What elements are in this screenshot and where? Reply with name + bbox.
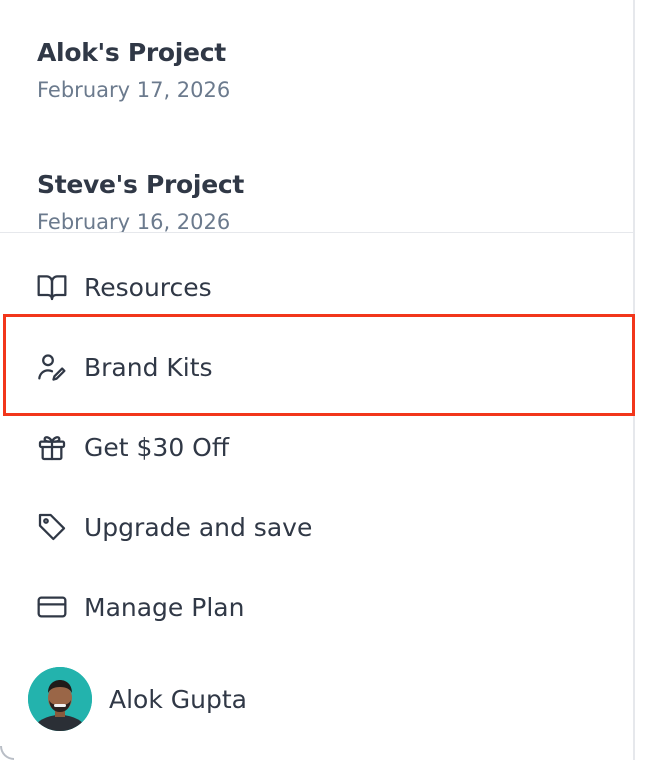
tag-icon [36, 511, 68, 543]
avatar[interactable] [28, 667, 92, 731]
credit-card-icon [36, 591, 68, 623]
project-date: February 17, 2026 [37, 78, 231, 102]
menu-item-label: Manage Plan [84, 592, 245, 622]
project-title: Steve's Project [37, 170, 245, 199]
user-edit-icon [36, 351, 68, 383]
project-title: Alok's Project [37, 38, 226, 67]
menu-item-label: Brand Kits [84, 352, 213, 382]
gift-icon [36, 431, 68, 463]
menu-item-label: Upgrade and save [84, 512, 313, 542]
book-open-icon [36, 271, 68, 303]
sidebar-panel: Alok's Project February 17, 2026 Steve's… [0, 0, 635, 760]
project-date: February 16, 2026 [37, 210, 231, 232]
divider [0, 232, 633, 233]
project-item[interactable]: Steve's Project February 16, 2026 [37, 170, 244, 232]
menu-item-label: Resources [84, 272, 212, 302]
menu-item-brand-kits[interactable]: Brand Kits [0, 327, 633, 407]
user-profile[interactable]: Alok Gupta [28, 667, 247, 731]
menu-item-manage-plan[interactable]: Manage Plan [0, 567, 633, 647]
menu-item-upgrade-and-save[interactable]: Upgrade and save [0, 487, 633, 567]
panel-corner [0, 746, 14, 760]
menu-item-label: Get $30 Off [84, 432, 230, 462]
menu-item-resources[interactable]: Resources [0, 247, 633, 327]
project-item[interactable]: Alok's Project February 17, 2026 [37, 38, 230, 102]
menu-item-get-30-off[interactable]: Get $30 Off [0, 407, 633, 487]
user-name: Alok Gupta [109, 684, 247, 714]
project-list: Alok's Project February 17, 2026 Steve's… [0, 0, 633, 232]
